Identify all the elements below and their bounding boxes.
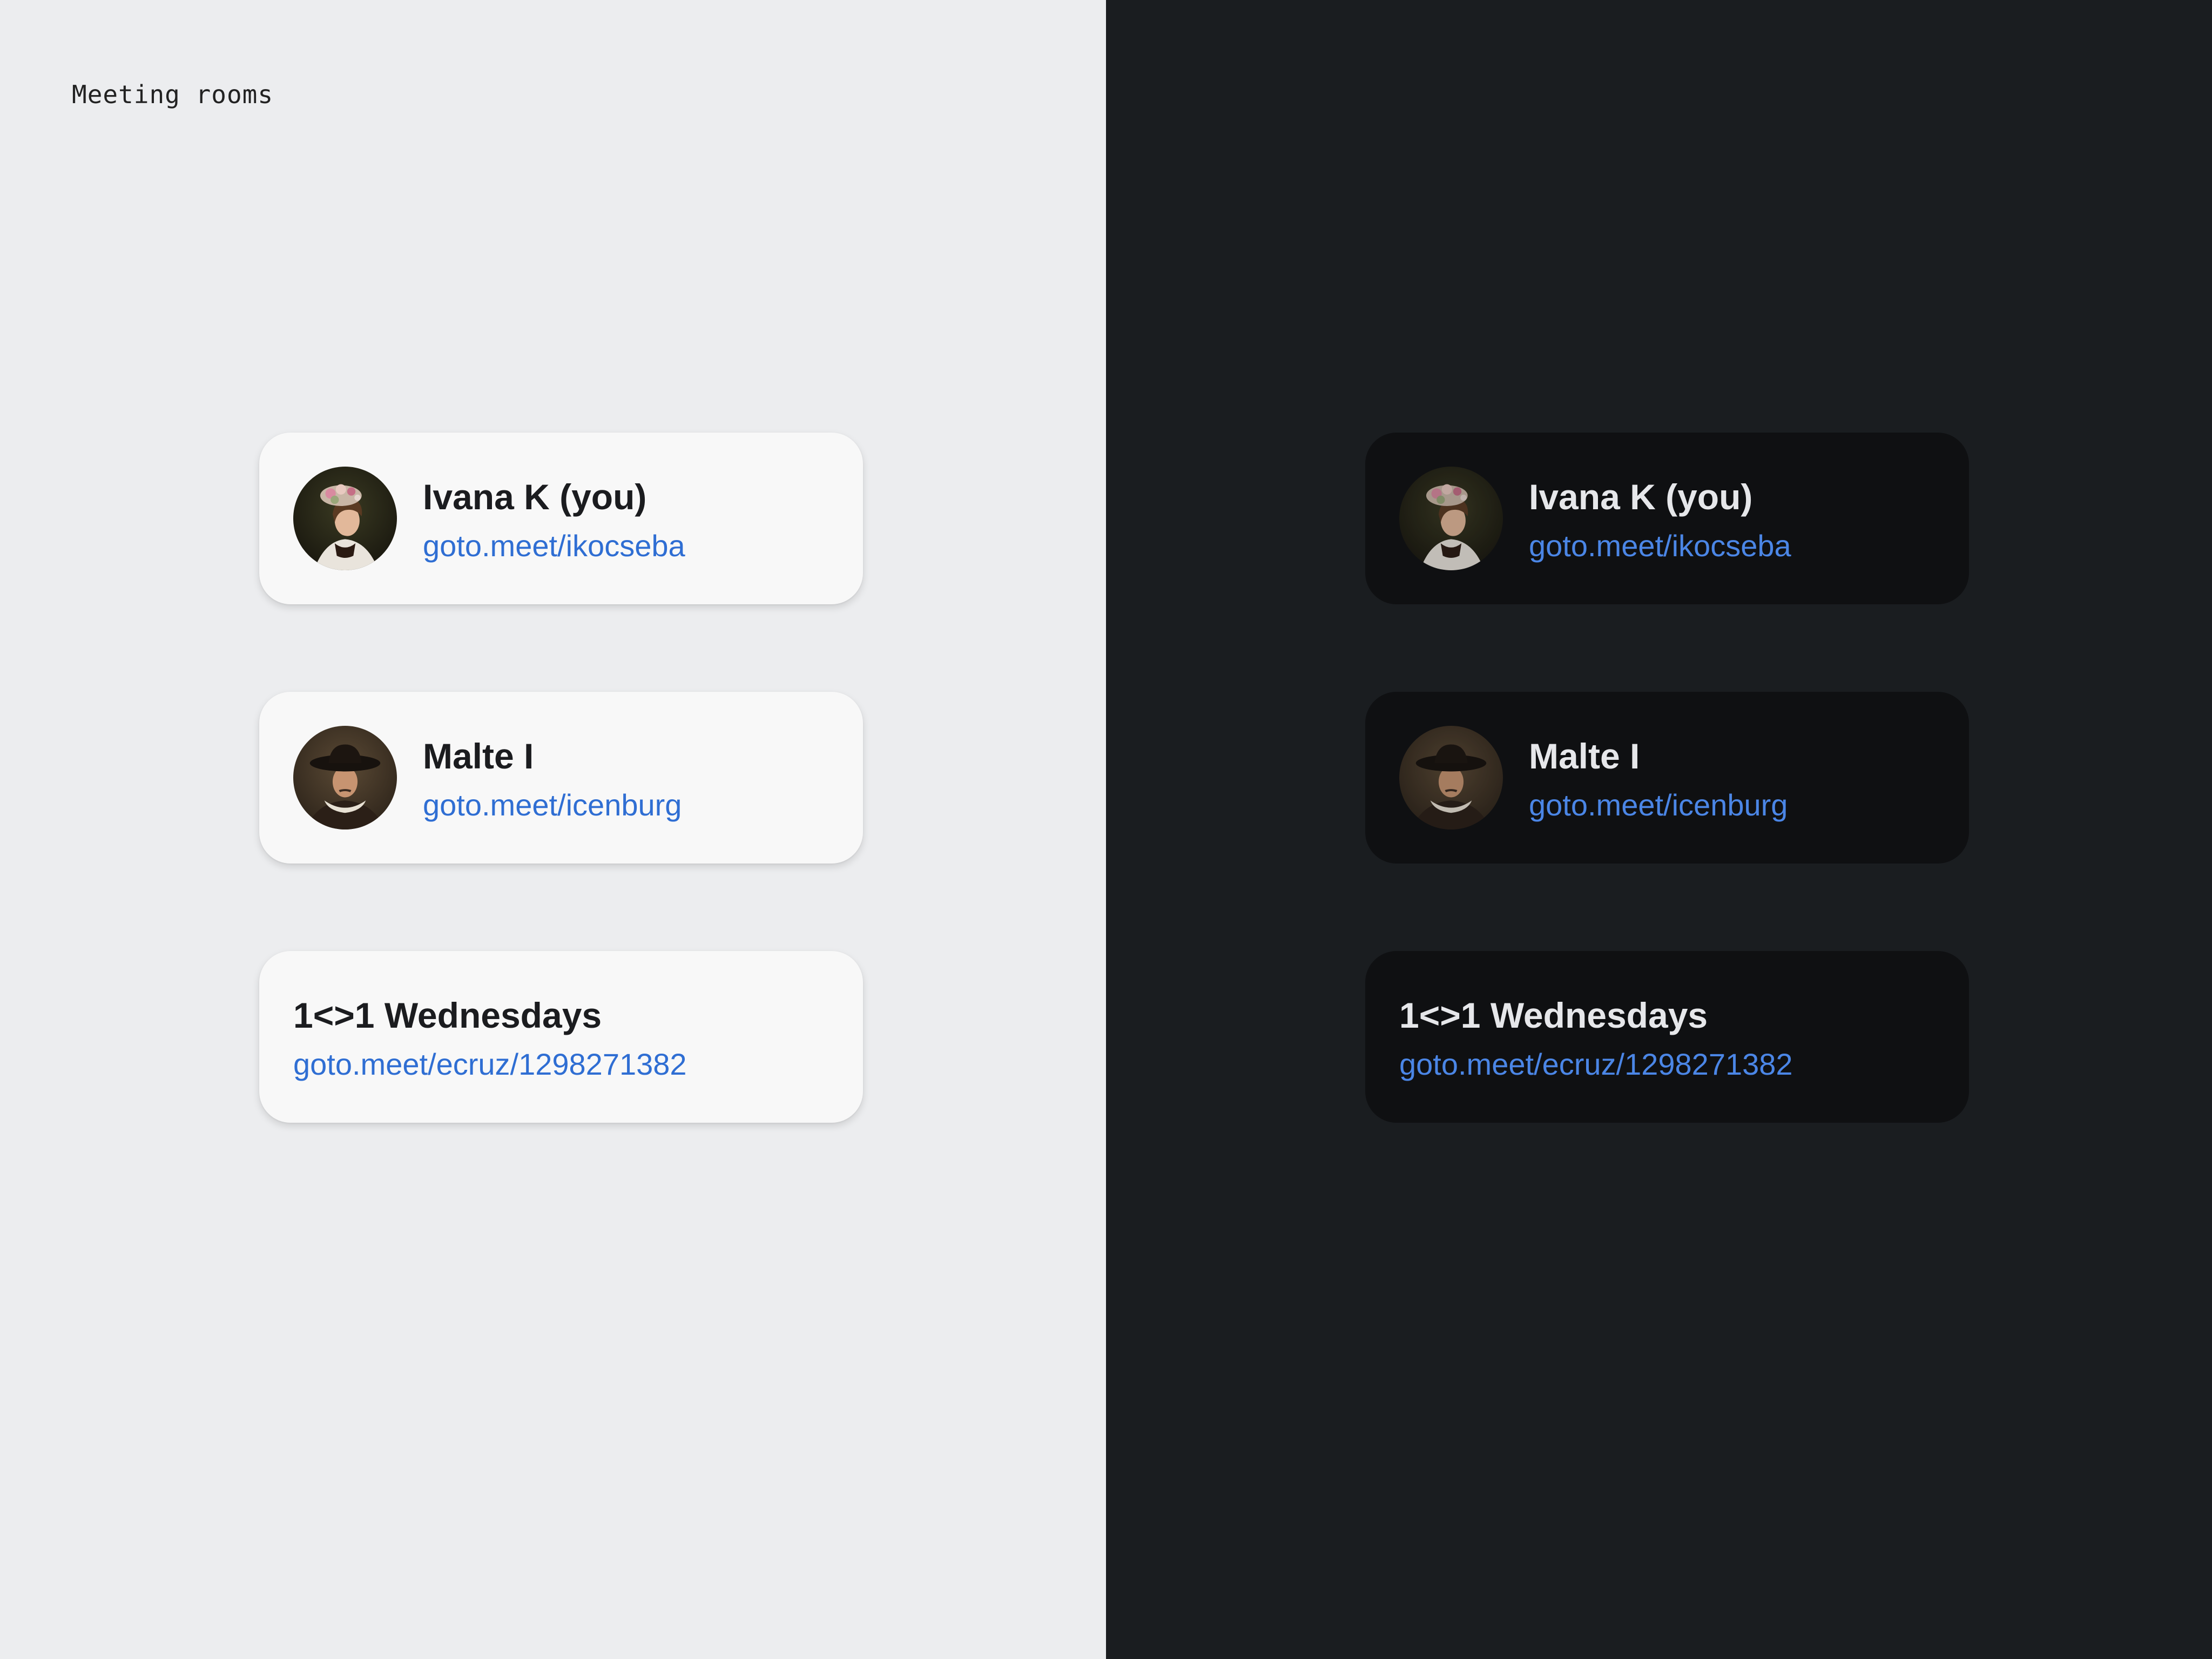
room-link[interactable]: goto.meet/ikocseba bbox=[1529, 523, 1791, 569]
portrait-man-icon bbox=[293, 726, 397, 830]
room-text: Ivana K (you) goto.meet/ikocseba bbox=[1529, 474, 1791, 569]
room-title: Ivana K (you) bbox=[1529, 477, 1753, 517]
room-title: 1<>1 Wednesdays bbox=[293, 995, 602, 1035]
room-card-malte[interactable]: Malte I goto.meet/icenburg bbox=[1365, 692, 1969, 864]
room-title: Malte I bbox=[1529, 736, 1640, 776]
room-text: Malte I goto.meet/icenburg bbox=[1529, 733, 1788, 828]
avatar-ivana bbox=[1399, 467, 1503, 570]
room-title: 1<>1 Wednesdays bbox=[1399, 995, 1708, 1035]
avatar-ivana bbox=[293, 467, 397, 570]
room-link[interactable]: goto.meet/ecruz/1298271382 bbox=[1399, 1042, 1793, 1087]
avatar-malte bbox=[293, 726, 397, 830]
room-card-ivana[interactable]: Ivana K (you) goto.meet/ikocseba bbox=[259, 433, 863, 604]
room-link[interactable]: goto.meet/ecruz/1298271382 bbox=[293, 1042, 687, 1087]
portrait-woman-icon bbox=[1399, 467, 1503, 570]
room-text: Ivana K (you) goto.meet/ikocseba bbox=[423, 474, 685, 569]
room-card-malte[interactable]: Malte I goto.meet/icenburg bbox=[259, 692, 863, 864]
room-text: 1<>1 Wednesdays goto.meet/ecruz/12982713… bbox=[293, 992, 687, 1087]
avatar-malte bbox=[1399, 726, 1503, 830]
room-card-ivana[interactable]: Ivana K (you) goto.meet/ikocseba bbox=[1365, 433, 1969, 604]
room-title: Ivana K (you) bbox=[423, 477, 647, 517]
room-card-wednesdays[interactable]: 1<>1 Wednesdays goto.meet/ecruz/12982713… bbox=[1365, 951, 1969, 1123]
room-card-wednesdays[interactable]: 1<>1 Wednesdays goto.meet/ecruz/12982713… bbox=[259, 951, 863, 1123]
room-title: Malte I bbox=[423, 736, 534, 776]
light-theme-panel: Meeting rooms Ivana K (you) goto.meet/ik… bbox=[0, 0, 1106, 1659]
dark-theme-panel: Ivana K (you) goto.meet/ikocseba Malte I… bbox=[1106, 0, 2212, 1659]
room-link[interactable]: goto.meet/ikocseba bbox=[423, 523, 685, 569]
portrait-man-icon bbox=[1399, 726, 1503, 830]
room-link[interactable]: goto.meet/icenburg bbox=[423, 783, 682, 828]
room-text: 1<>1 Wednesdays goto.meet/ecruz/12982713… bbox=[1399, 992, 1793, 1087]
portrait-woman-icon bbox=[293, 467, 397, 570]
room-link[interactable]: goto.meet/icenburg bbox=[1529, 783, 1788, 828]
room-text: Malte I goto.meet/icenburg bbox=[423, 733, 682, 828]
page-title: Meeting rooms bbox=[72, 80, 274, 109]
